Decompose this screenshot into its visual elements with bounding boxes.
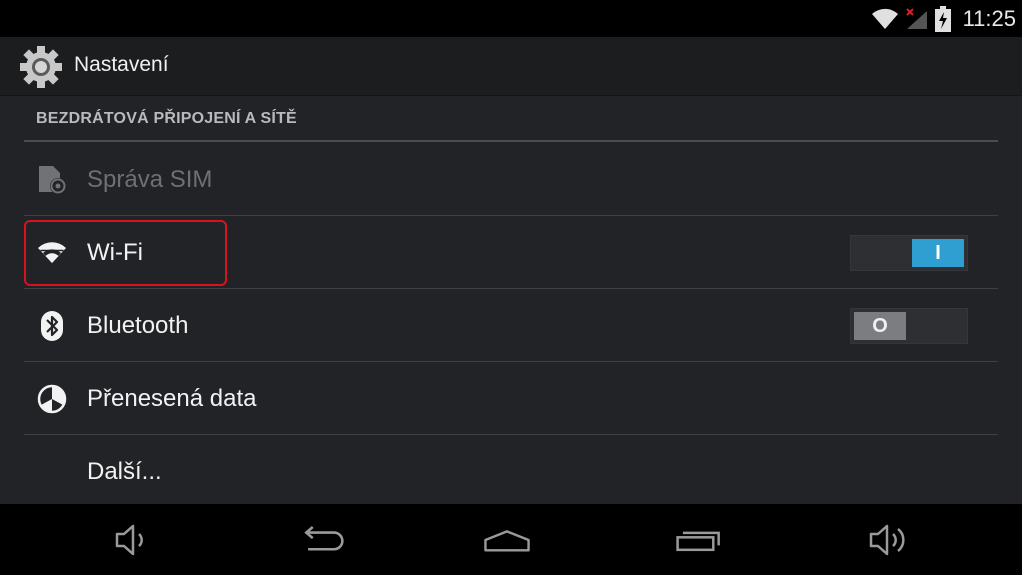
wifi-icon [38,242,66,263]
signal-no-sim-icon [905,8,927,29]
row-divider [24,215,998,216]
settings-item-data-usage[interactable]: Přenesená data [24,363,998,435]
settings-gear-icon[interactable] [18,45,64,89]
section-header: BEZDRÁTOVÁ PŘIPOJENÍ A SÍTĚ [36,110,297,127]
row-divider [24,434,998,435]
status-icons: 11:25 [871,4,1016,34]
volume-up-button[interactable] [864,520,914,560]
row-divider [24,361,998,362]
volume-up-icon [869,524,905,556]
navigation-bar [0,504,1022,575]
toggle-thumb: I [912,239,964,267]
settings-item-sim-management: Správa SIM [24,144,998,216]
settings-list: BEZDRÁTOVÁ PŘIPOJENÍ A SÍTĚ Správa SIM W… [0,96,1022,504]
action-bar: Nastavení [0,37,1022,96]
home-icon [484,530,530,552]
section-divider [24,140,998,142]
settings-item-bluetooth[interactable]: Bluetooth O [24,290,998,362]
status-bar: 11:25 [0,0,1022,37]
status-clock: 11:25 [962,6,1016,31]
toggle-on-glyph: I [935,241,941,264]
recent-apps-button[interactable] [674,520,724,560]
bluetooth-toggle-switch[interactable]: O [850,308,968,344]
wifi-status-icon [871,8,898,29]
row-divider [24,288,998,289]
wifi-toggle-switch[interactable]: I [850,235,968,271]
settings-item-label: Wi-Fi [87,239,143,266]
volume-down-button[interactable] [106,520,156,560]
home-button[interactable] [482,520,532,560]
page-title: Nastavení [74,53,169,76]
bluetooth-icon [41,311,63,341]
settings-item-more[interactable]: Další... [24,436,998,508]
settings-item-label: Bluetooth [87,312,189,339]
volume-down-icon [115,524,143,556]
toggle-thumb: O [854,312,906,340]
back-icon [304,526,344,551]
toggle-off-glyph: O [872,314,888,337]
battery-charging-icon [934,6,951,32]
settings-item-wifi[interactable]: Wi-Fi I [24,217,998,289]
settings-item-label: Další... [87,458,162,485]
sim-card-icon [39,166,66,194]
settings-item-label: Správa SIM [87,166,213,193]
back-button[interactable] [297,520,347,560]
settings-item-label: Přenesená data [87,385,257,412]
data-usage-icon [37,384,67,414]
recent-apps-icon [676,531,720,552]
